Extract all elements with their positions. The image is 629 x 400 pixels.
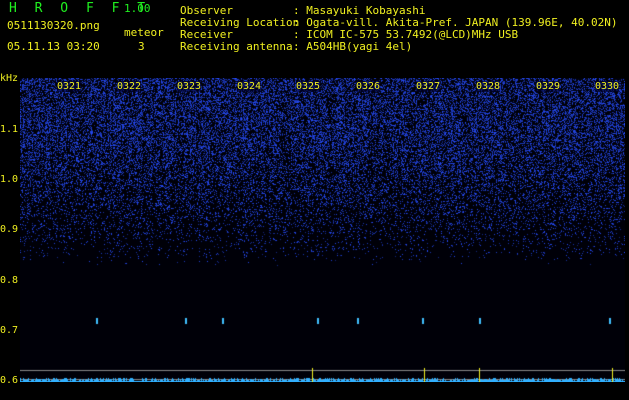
x-tick-label: 0327 [416, 81, 441, 92]
meta-key: Observer [180, 4, 233, 17]
meteor-label: meteor [124, 26, 164, 39]
meta-antenna: Receiving antenna: A504HB(yagi 4el) [180, 41, 412, 52]
x-tick-label: 0330 [595, 81, 620, 92]
meteor-count: 3 [138, 40, 145, 53]
x-tick-label: 0322 [117, 81, 142, 92]
meta-value: : A504HB(yagi 4el) [293, 40, 413, 53]
x-tick-label: 0323 [177, 81, 202, 92]
x-tick-label: 0328 [476, 81, 501, 92]
meta-key: Receiving antenna [180, 40, 293, 53]
spectrogram [20, 78, 625, 382]
y-tick-label: 1.1 [0, 124, 19, 135]
x-tick-label: 0324 [237, 81, 262, 92]
meta-key: Receiving Location [180, 16, 300, 29]
y-axis-unit: kHz [0, 73, 19, 84]
meta-location: Receiving Location: Ogata-vill. Akita-Pr… [180, 17, 618, 28]
y-tick-label: 1.0 [0, 174, 19, 185]
y-tick-label: 0.8 [0, 275, 19, 286]
x-tick-label: 0329 [536, 81, 561, 92]
app-version: 1.00 [124, 2, 151, 15]
x-tick-label: 0326 [356, 81, 381, 92]
capture-datetime: 05.11.13 03:20 [7, 40, 100, 53]
y-tick-label: 0.9 [0, 224, 19, 235]
meta-key: Receiver [180, 28, 233, 41]
meta-receiver: Receiver: ICOM IC-575 53.7492(@LCD)MHz U… [180, 29, 518, 40]
x-tick-label: 0325 [296, 81, 321, 92]
x-tick-label: 0321 [57, 81, 82, 92]
y-tick-label: 0.7 [0, 325, 19, 336]
y-tick-label: 0.6 [0, 375, 19, 386]
file-name: 0511130320.png [7, 19, 100, 32]
meta-observer: Observer: Masayuki Kobayashi [180, 5, 425, 16]
